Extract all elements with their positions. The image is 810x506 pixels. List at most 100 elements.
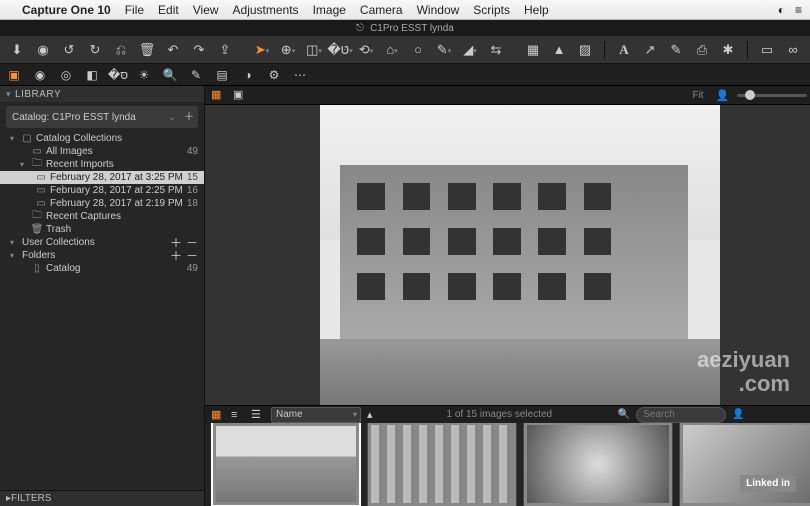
delete-icon[interactable]: 🗑 xyxy=(138,41,156,59)
slideshow-icon[interactable]: ▭ xyxy=(758,41,776,59)
batch-tab-icon[interactable]: ⚙ xyxy=(266,67,282,83)
recent-imports-group[interactable]: ▾🗀 Recent Imports xyxy=(0,158,204,171)
menu-extras-icon[interactable]: ≡ xyxy=(795,3,802,17)
linkedin-badge: Linked in xyxy=(740,475,796,492)
recent-captures-item[interactable]: 🗀 Recent Captures xyxy=(0,210,204,223)
edit-icon[interactable]: ✎ xyxy=(667,41,685,59)
thumbnail[interactable] xyxy=(523,423,673,506)
macos-menubar: Capture One 10 File Edit View Adjustment… xyxy=(0,0,810,20)
focus-mask-icon[interactable]: ▨ xyxy=(576,41,594,59)
lens-tab-icon[interactable]: ◎ xyxy=(58,67,74,83)
filters-section-header[interactable]: ▸ FILTERS xyxy=(0,490,204,506)
dropdown-icon: ⌄ xyxy=(168,112,176,123)
sort-direction-icon[interactable]: ▴ xyxy=(367,408,381,421)
eraser-tool-icon[interactable]: ◢▾ xyxy=(461,41,479,59)
crop-tool-icon[interactable]: �טּ▾ xyxy=(331,41,349,59)
exposure-tab-icon[interactable]: ☀ xyxy=(136,67,152,83)
cursor-tool-icon[interactable]: ➤▾ xyxy=(253,41,271,59)
print-icon[interactable]: ⎙ xyxy=(693,41,711,59)
viewer-area: ▦ ▣ Fit 👤 👤 xyxy=(205,86,810,506)
library-section-header[interactable]: ▾ LIBRARY xyxy=(0,86,204,102)
folders-group[interactable]: ▾ Folders ＋ － xyxy=(0,249,204,262)
main-toolbar: ⬇ ◉ ↺ ↻ ⎌ 🗑 ↶ ↷ ⇪ ➤▾ ⊕▾ ◫▾ �טּ▾ ⟲▾ ⌂▾ ○ … xyxy=(0,36,810,64)
crop-tab-icon[interactable]: �סּ xyxy=(110,67,126,83)
menu-window[interactable]: Window xyxy=(417,3,460,17)
viewer-toolbar: ▦ ▣ Fit 👤 👤 xyxy=(205,86,810,105)
thumbnail[interactable] xyxy=(211,423,361,506)
reset-icon[interactable]: ⎌ xyxy=(112,41,130,59)
zoom-slider[interactable] xyxy=(737,94,807,97)
redo-icon[interactable]: ↷ xyxy=(190,41,208,59)
spot-tool-icon[interactable]: ○ xyxy=(409,41,427,59)
menu-file[interactable]: File xyxy=(125,3,144,17)
add-catalog-button[interactable]: ＋ xyxy=(178,104,200,126)
details-tab-icon[interactable]: 🔍 xyxy=(162,67,178,83)
mask-tool-icon[interactable]: ✎▾ xyxy=(435,41,453,59)
capture-icon[interactable]: ◉ xyxy=(34,41,52,59)
document-icon: ⎋ xyxy=(356,23,364,34)
menu-help[interactable]: Help xyxy=(524,3,549,17)
thumbnail[interactable] xyxy=(679,423,810,506)
output-tab-icon[interactable]: ◑ xyxy=(240,67,256,83)
thumbnail[interactable] xyxy=(367,423,517,506)
color-tab-icon[interactable]: ◧ xyxy=(84,67,100,83)
selection-status: 1 of 15 images selected xyxy=(447,409,553,420)
metadata-tab-icon[interactable]: ▤ xyxy=(214,67,230,83)
keystone-tool-icon[interactable]: ⌂▾ xyxy=(383,41,401,59)
disclosure-triangle-icon: ▾ xyxy=(6,89,11,100)
grid-view-icon[interactable]: ▦ xyxy=(524,41,542,59)
browser-toolbar: ▦ ≡ ☰ Name ▴ 1 of 15 images selected 🔍 S… xyxy=(205,405,810,423)
settings-icon[interactable]: ✱ xyxy=(719,41,737,59)
undo-icon[interactable]: ↶ xyxy=(164,41,182,59)
tether-icon[interactable]: ∞ xyxy=(784,41,802,59)
viewer-mode-multi-icon[interactable]: ▦ xyxy=(211,88,225,102)
thumb-small-icon[interactable]: 👤 xyxy=(732,409,744,420)
menu-adjustments[interactable]: Adjustments xyxy=(233,3,299,17)
straighten-tool-icon[interactable]: ⟲▾ xyxy=(357,41,375,59)
zoom-out-icon[interactable]: 👤 xyxy=(716,89,730,102)
browser-list-icon[interactable]: ≡ xyxy=(231,409,245,421)
menu-view[interactable]: View xyxy=(193,3,219,17)
browser-filmstrip-icon[interactable]: ☰ xyxy=(251,408,265,421)
rotate-left-icon[interactable]: ↺ xyxy=(60,41,78,59)
search-input[interactable]: Search xyxy=(636,407,726,423)
menu-scripts[interactable]: Scripts xyxy=(473,3,510,17)
pick-icon[interactable]: ↗ xyxy=(641,41,659,59)
catalog-selector[interactable]: Catalog: C1Pro ESST lynda ⌄ xyxy=(6,106,198,128)
sort-dropdown[interactable]: Name xyxy=(271,407,361,423)
browser-filmstrip xyxy=(205,423,810,506)
sidebar-tool-tabs: ▣ ◉ ◎ ◧ �סּ ☀ 🔍 ✎ ▤ ◑ ⚙ ⋯ xyxy=(0,64,810,86)
copy-adjustments-icon[interactable]: ⇆ xyxy=(487,41,505,59)
library-tab-icon[interactable]: ▣ xyxy=(6,67,22,83)
loupe-tool-icon[interactable]: ◫▾ xyxy=(305,41,323,59)
rotate-right-icon[interactable]: ↻ xyxy=(86,41,104,59)
import-session-item[interactable]: ▭ February 28, 2017 at 2:25 PM 16 xyxy=(0,184,204,197)
more-tab-icon[interactable]: ⋯ xyxy=(292,67,308,83)
status-menu-icon[interactable]: ◐ xyxy=(778,3,785,17)
library-tree: ▾▢ Catalog Collections ▭ All Images 49 ▾… xyxy=(0,132,204,490)
import-session-item[interactable]: ▭ February 28, 2017 at 3:25 PM 15 xyxy=(0,171,204,184)
menu-camera[interactable]: Camera xyxy=(360,3,403,17)
catalog-collections-group[interactable]: ▾▢ Catalog Collections xyxy=(0,132,204,145)
sidebar: ▾ LIBRARY Catalog: C1Pro ESST lynda ⌄ ＋ … xyxy=(0,86,205,506)
window-title-bar: ⎋ C1Pro ESST lynda xyxy=(0,20,810,36)
adjustments-tab-icon[interactable]: ✎ xyxy=(188,67,204,83)
capture-tab-icon[interactable]: ◉ xyxy=(32,67,48,83)
hand-tool-icon[interactable]: ⊕▾ xyxy=(279,41,297,59)
menu-edit[interactable]: Edit xyxy=(158,3,179,17)
catalog-folder-item[interactable]: ▯ Catalog 49 xyxy=(0,262,204,275)
app-name[interactable]: Capture One 10 xyxy=(22,3,111,17)
catalog-name: Catalog: C1Pro ESST lynda xyxy=(12,112,136,123)
exposure-warning-icon[interactable]: ▲ xyxy=(550,41,568,59)
annotations-icon[interactable]: A xyxy=(615,41,633,59)
viewer-mode-primary-icon[interactable]: ▣ xyxy=(233,88,247,102)
filters-label: FILTERS xyxy=(11,493,51,504)
zoom-fit-label: Fit xyxy=(692,90,703,101)
preview-image xyxy=(320,105,720,405)
browser-grid-icon[interactable]: ▦ xyxy=(211,408,225,421)
search-icon[interactable]: 🔍 xyxy=(618,409,630,420)
menu-image[interactable]: Image xyxy=(313,3,346,17)
import-icon[interactable]: ⬇ xyxy=(8,41,26,59)
export-icon[interactable]: ⇪ xyxy=(216,41,234,59)
image-viewer[interactable] xyxy=(205,105,810,405)
